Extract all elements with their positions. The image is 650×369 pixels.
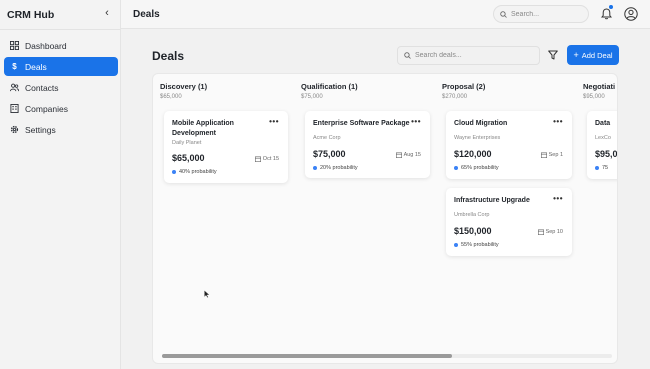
user-avatar-icon[interactable]	[624, 7, 638, 21]
deal-title: Infrastructure Upgrade	[454, 197, 530, 204]
sidebar-item-contacts[interactable]: Contacts	[4, 78, 118, 97]
calendar-icon	[395, 152, 402, 158]
column-proposal: Proposal (2) $270,000 Cloud Migration ••…	[435, 74, 576, 354]
deal-date: Sep 10	[537, 229, 563, 235]
probability-dot	[595, 166, 599, 170]
deal-card[interactable]: Infrastructure Upgrade ••• Umbrella Corp…	[446, 188, 572, 256]
sidebar-item-settings[interactable]: Settings	[4, 120, 118, 139]
deal-value: $120,000	[454, 149, 492, 159]
column-total: $65,000	[160, 94, 182, 100]
sidebar-item-label: Companies	[25, 103, 68, 114]
contacts-icon	[10, 83, 19, 92]
top-bar: Deals	[121, 0, 650, 29]
column-title: Proposal (2)	[442, 82, 486, 91]
deal-title: Enterprise Software Package	[313, 120, 410, 127]
deals-heading: Deals	[152, 49, 185, 63]
column-qualification: Qualification (1) $75,000 Enterprise Sof…	[294, 74, 435, 354]
sidebar-item-deals[interactable]: $ Deals	[4, 57, 118, 76]
sidebar-item-label: Contacts	[25, 82, 59, 93]
main-content: Deals +Add Deal Discovery (1) $65,000 Mo…	[121, 29, 650, 369]
filter-icon[interactable]	[548, 50, 558, 60]
deal-card[interactable]: Mobile Application Development ••• Daily …	[164, 111, 288, 183]
deal-card[interactable]: Cloud Migration ••• Wayne Enterprises $1…	[446, 111, 572, 179]
calendar-icon	[540, 152, 547, 158]
deals-search[interactable]	[397, 46, 540, 65]
sidebar-item-dashboard[interactable]: Dashboard	[4, 36, 118, 55]
more-options-icon[interactable]: •••	[269, 117, 279, 126]
calendar-icon	[537, 229, 544, 235]
deal-date: Sep 1	[540, 152, 563, 158]
sidebar: CRM Hub ‹ Dashboard $ Deals Contacts Com…	[0, 0, 121, 369]
probability-dot	[172, 170, 176, 174]
deal-date: Aug 15	[395, 152, 421, 158]
global-search[interactable]	[493, 5, 589, 23]
scrollbar-thumb[interactable]	[162, 354, 452, 358]
page-title: Deals	[133, 9, 160, 20]
add-deal-button[interactable]: + Add Deal	[567, 45, 619, 65]
app-brand: CRM Hub	[7, 9, 55, 21]
probability-dot	[454, 243, 458, 247]
sidebar-item-label: Settings	[25, 124, 56, 135]
probability-dot	[313, 166, 317, 170]
calendar-icon	[254, 156, 261, 162]
deal-card[interactable]: Enterprise Software Package ••• Acme Cor…	[305, 111, 430, 178]
deal-title: Data	[595, 120, 611, 127]
dollar-icon: $	[12, 62, 17, 71]
deal-date: Oct 15	[254, 156, 279, 162]
gear-icon	[10, 125, 19, 134]
column-negotiation: Negotiati $95,000 Data LexCo $95,0 75	[576, 74, 618, 354]
sidebar-item-label: Dashboard	[25, 40, 67, 51]
deal-title: Mobile Application Development	[172, 120, 234, 137]
horizontal-scrollbar[interactable]	[162, 354, 612, 358]
deal-card[interactable]: Data LexCo $95,0 75	[587, 111, 618, 179]
column-total: $270,000	[442, 94, 468, 100]
global-search-input[interactable]	[511, 10, 581, 18]
search-icon	[404, 52, 411, 59]
deals-board: Discovery (1) $65,000 Mobile Application…	[152, 73, 618, 364]
column-discovery: Discovery (1) $65,000 Mobile Application…	[153, 74, 294, 354]
sidebar-item-label: Deals	[25, 61, 47, 72]
deal-company: Umbrella Corp	[454, 212, 490, 218]
mouse-cursor-icon	[204, 290, 210, 298]
column-total: $75,000	[301, 94, 323, 100]
more-options-icon[interactable]: •••	[553, 194, 563, 203]
column-total: $95,000	[583, 94, 605, 100]
more-options-icon[interactable]: •••	[553, 117, 563, 126]
dashboard-icon	[10, 41, 19, 50]
deal-probability: 75	[595, 165, 608, 171]
deal-company: LexCo	[595, 135, 611, 141]
deal-company: Daily Planet	[172, 140, 202, 146]
deals-search-input[interactable]	[415, 52, 525, 59]
deal-title: Cloud Migration	[454, 120, 508, 127]
building-icon	[10, 104, 19, 113]
deal-probability: 40% probability	[172, 169, 217, 175]
column-title: Negotiati	[583, 82, 616, 91]
deal-value: $75,000	[313, 149, 346, 159]
deal-probability: 20% probability	[313, 165, 358, 171]
deal-probability: 55% probability	[454, 242, 499, 248]
column-title: Qualification (1)	[301, 82, 358, 91]
deal-company: Acme Corp	[313, 135, 341, 141]
sidebar-item-companies[interactable]: Companies	[4, 99, 118, 118]
deal-company: Wayne Enterprises	[454, 135, 501, 141]
deal-value: $65,000	[172, 153, 205, 163]
bell-icon[interactable]	[601, 8, 612, 20]
collapse-sidebar-icon[interactable]: ‹	[102, 7, 112, 21]
deal-probability: 65% probability	[454, 165, 499, 171]
probability-dot	[454, 166, 458, 170]
deal-value: $95,0	[595, 149, 618, 159]
deal-value: $150,000	[454, 226, 492, 236]
add-deal-label: Add Deal	[581, 50, 613, 60]
column-title: Discovery (1)	[160, 82, 208, 91]
plus-icon: +	[573, 50, 579, 60]
search-icon	[500, 10, 507, 18]
sidebar-divider	[0, 29, 121, 30]
more-options-icon[interactable]: •••	[411, 117, 421, 126]
notification-badge	[609, 5, 613, 9]
